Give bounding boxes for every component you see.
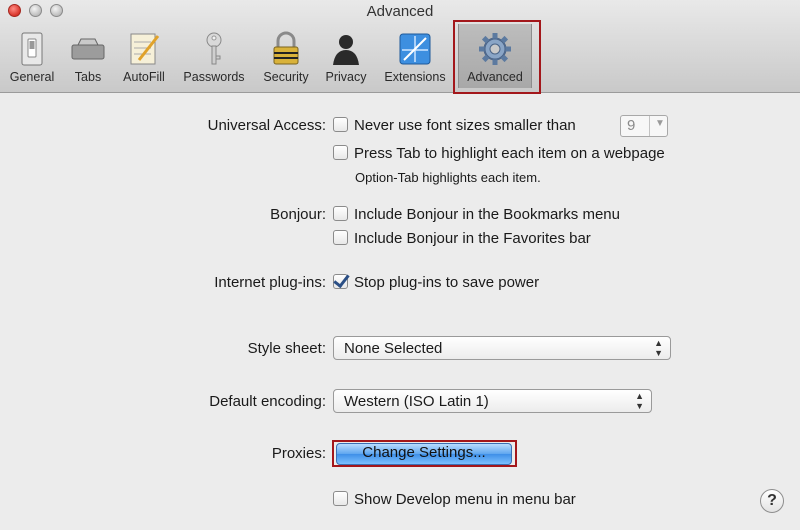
bonjour-favorites-option[interactable]: Include Bonjour in the Favorites bar [333, 230, 591, 247]
toolbar-passwords[interactable]: Passwords [178, 28, 250, 88]
develop-menu-checkbox[interactable] [333, 491, 348, 506]
proxies-label: Proxies: [271, 445, 326, 462]
gear-icon [479, 33, 511, 65]
lock-icon [273, 31, 299, 65]
chevron-down-icon: ▼ [655, 118, 665, 129]
tab-highlight-note: Option-Tab highlights each item. [355, 170, 541, 185]
tab-highlight-checkbox[interactable] [333, 145, 348, 160]
default-encoding-select[interactable]: Western (ISO Latin 1) ▲ ▼ [333, 389, 652, 413]
bonjour-favorites-checkbox[interactable] [333, 230, 348, 245]
toolbar-tabs[interactable]: Tabs [64, 28, 112, 88]
min-font-size-checkbox[interactable] [333, 117, 348, 132]
key-icon [206, 32, 222, 65]
style-sheet-select[interactable]: None Selected ▲ ▼ [333, 336, 671, 360]
style-sheet-label: Style sheet: [247, 340, 326, 357]
preferences-toolbar: General Tabs AutoFill Passwords Security… [0, 24, 800, 92]
min-font-size-select[interactable]: 9 ▼ [620, 115, 668, 137]
person-icon [333, 35, 359, 65]
develop-menu-option[interactable]: Show Develop menu in menu bar [333, 491, 576, 508]
autofill-icon [130, 33, 160, 65]
up-down-arrows-icon: ▲ ▼ [635, 391, 644, 411]
window-title: Advanced [366, 3, 434, 20]
toolbar-security[interactable]: Security [256, 28, 316, 88]
bonjour-label: Bonjour: [270, 206, 326, 223]
toolbar-advanced[interactable]: Advanced [458, 24, 532, 88]
title-bar: Advanced General Tabs AutoFill Passwords… [0, 0, 800, 93]
switch-icon [21, 32, 43, 66]
tabs-icon [71, 38, 105, 60]
up-down-arrows-icon: ▲ ▼ [654, 338, 663, 358]
help-button[interactable]: ? [760, 489, 784, 513]
tab-highlight-option[interactable]: Press Tab to highlight each item on a we… [333, 145, 665, 162]
change-settings-button[interactable]: Change Settings... [336, 443, 512, 465]
plugins-label: Internet plug-ins: [214, 274, 326, 291]
min-font-size-option[interactable]: Never use font sizes smaller than [333, 117, 576, 134]
bonjour-bookmarks-option[interactable]: Include Bonjour in the Bookmarks menu [333, 206, 620, 223]
toolbar-extensions[interactable]: Extensions [378, 28, 452, 88]
stop-plugins-checkbox[interactable] [333, 274, 348, 289]
toolbar-general[interactable]: General [4, 28, 60, 88]
puzzle-icon [399, 33, 431, 65]
universal-access-label: Universal Access: [207, 117, 326, 134]
toolbar-privacy[interactable]: Privacy [320, 28, 372, 88]
bonjour-bookmarks-checkbox[interactable] [333, 206, 348, 221]
default-encoding-label: Default encoding: [209, 393, 326, 410]
toolbar-autofill[interactable]: AutoFill [116, 28, 172, 88]
stop-plugins-option[interactable]: Stop plug-ins to save power [333, 274, 539, 291]
preferences-window: Advanced General Tabs AutoFill Passwords… [0, 0, 800, 530]
